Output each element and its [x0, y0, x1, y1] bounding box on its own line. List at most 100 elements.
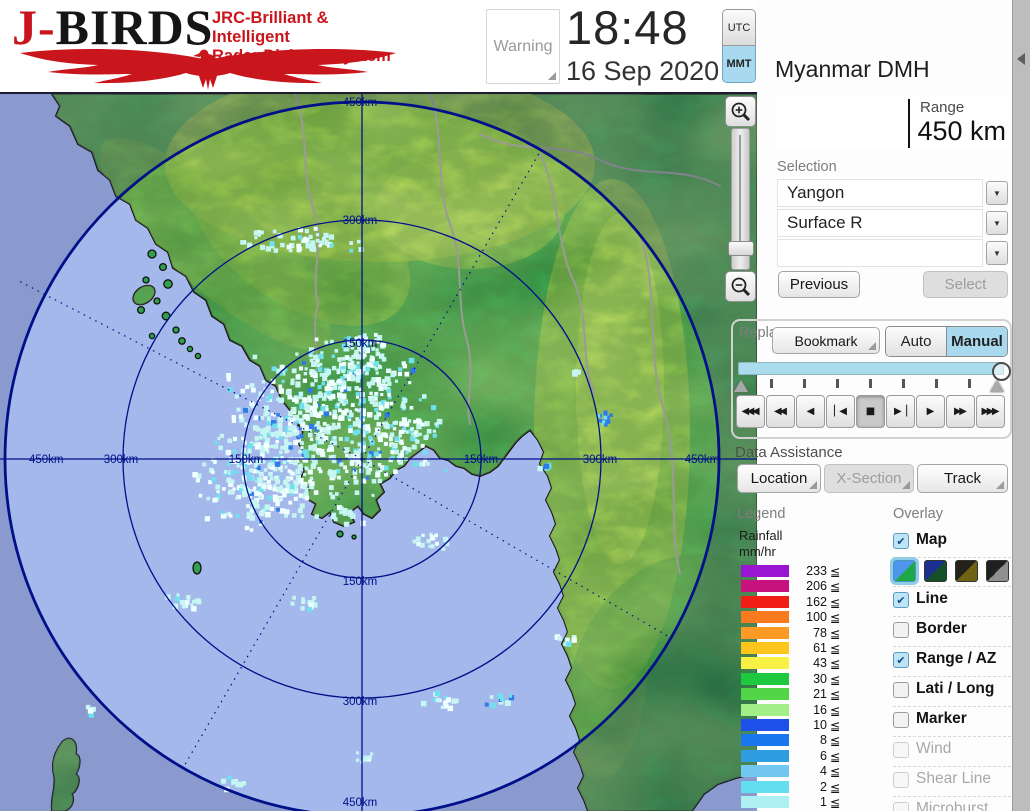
zoom-slider[interactable] [728, 128, 754, 270]
overlay-list: ✔ Map ✔ Line Border ✔ Range / AZ Lati / … [890, 528, 1011, 811]
radar-map-canvas: 450km 300km 150km 150km 300km 450km 450k… [0, 93, 758, 811]
map-style-swatch-2[interactable] [924, 560, 947, 582]
map-style-swatch-3[interactable] [955, 560, 978, 582]
legend-value: 1 [820, 795, 827, 809]
legend-operator: ≦ [830, 796, 841, 810]
clock-date: 16 Sep 2020 [566, 56, 720, 86]
legend-operator: ≦ [830, 565, 841, 579]
extra-dropdown[interactable]: ▼ [777, 239, 1008, 267]
fast-forward-button[interactable]: ▶▶ [946, 395, 975, 428]
range-display: Range 450 km [775, 97, 1008, 150]
collapse-arrow-icon[interactable] [1017, 53, 1025, 65]
replay-slider-track[interactable] [738, 362, 1011, 381]
legend-operator: ≦ [830, 749, 841, 764]
overlay-row-marker[interactable]: Marker [893, 706, 1011, 736]
product-dropdown[interactable]: Surface R ▼ [777, 209, 1008, 237]
legend-operator: ≦ [830, 688, 841, 703]
control-panel: Myanmar DMH Range 450 km Selection Yango… [731, 0, 1012, 811]
skip-last-button[interactable]: ▶▶▶ [976, 395, 1005, 428]
chevron-down-icon[interactable]: ▼ [986, 241, 1008, 265]
product-dropdown-value[interactable]: Surface R [777, 209, 983, 237]
overlay-row-map[interactable]: ✔ Map [893, 528, 1011, 557]
step-forward-button[interactable]: ▶▕ [886, 395, 915, 428]
range-ring-label: 300km [104, 454, 139, 466]
x-section-button[interactable]: X-Section [824, 464, 914, 493]
select-button[interactable]: Select [923, 271, 1008, 298]
legend-section-label: Legend [737, 506, 786, 522]
zoom-out-icon [731, 277, 750, 296]
replay-slider[interactable] [734, 359, 1011, 393]
site-dropdown[interactable]: Yangon ▼ [777, 179, 1008, 207]
logo-title-black: BIRDS [55, 0, 214, 55]
warning-button[interactable]: Warning [486, 9, 560, 84]
wind-checkbox [893, 742, 909, 758]
map-style-swatch-4[interactable] [986, 560, 1009, 582]
slider-start-marker[interactable] [734, 380, 748, 392]
chevron-down-icon[interactable]: ▼ [986, 211, 1008, 235]
range-az-checkbox[interactable]: ✔ [893, 652, 909, 668]
map-checkbox[interactable]: ✔ [893, 533, 909, 549]
overlay-row-shear-line: Shear Line [893, 766, 1011, 796]
legend-row: 16 ≦ [739, 703, 849, 718]
stop-button[interactable]: ■ [856, 395, 885, 428]
zoom-in-icon [731, 102, 750, 121]
bookmark-button[interactable]: Bookmark [772, 327, 880, 354]
legend-row: 10 ≦ [739, 718, 849, 733]
legend-row: 233 ≦ [739, 564, 849, 579]
legend-row: 61 ≦ [739, 641, 849, 656]
legend-operator: ≦ [830, 626, 841, 641]
track-button[interactable]: Track [917, 464, 1008, 493]
utc-toggle-button[interactable]: UTC [722, 9, 756, 46]
zoom-out-button[interactable] [725, 271, 756, 302]
previous-button[interactable]: Previous [778, 271, 860, 298]
play-button[interactable]: ▶ [916, 395, 945, 428]
mmt-toggle-button[interactable]: MMT [722, 46, 756, 83]
range-ring-label: 150km [343, 576, 378, 588]
legend-color-swatch [741, 749, 789, 762]
legend-color-swatch [741, 657, 789, 670]
zoom-in-button[interactable] [725, 96, 756, 127]
legend-operator: ≦ [830, 580, 841, 595]
map-style-swatch-1[interactable] [890, 557, 919, 585]
legend-value: 6 [820, 748, 827, 763]
auto-button[interactable]: Auto [886, 327, 946, 356]
corner-triangle-icon [996, 481, 1004, 489]
fast-rewind-button[interactable]: ◀◀ [766, 395, 795, 428]
range-ring-label: 300km [343, 696, 378, 708]
zoom-slider-thumb[interactable] [728, 241, 754, 256]
selection-label: Selection [777, 159, 837, 175]
zoom-control [725, 96, 756, 302]
legend-row: 21 ≦ [739, 687, 849, 703]
overlay-row-border[interactable]: Border [893, 616, 1011, 646]
panel-splitter[interactable] [1012, 0, 1030, 811]
range-ring-label: 150km [343, 338, 378, 350]
replay-mode-toggle: Auto Manual [885, 326, 1008, 357]
legend-operator: ≦ [830, 719, 841, 733]
skip-first-button[interactable]: ◀◀◀ [736, 395, 765, 428]
legend-value: 10 [813, 718, 827, 732]
radar-map[interactable]: 450km 300km 150km 150km 300km 450km 450k… [0, 92, 758, 811]
legend-row: 1 ≦ [739, 795, 849, 810]
logo-title-red: J- [12, 0, 56, 55]
play-reverse-button[interactable]: ◀ [796, 395, 825, 428]
legend-color-swatch [741, 780, 789, 793]
legend-color-swatch [741, 565, 789, 577]
step-back-button[interactable]: ▏◀ [826, 395, 855, 428]
map-style-row [890, 557, 1011, 586]
line-checkbox[interactable]: ✔ [893, 592, 909, 608]
chevron-down-icon[interactable]: ▼ [986, 181, 1008, 205]
overlay-row-line[interactable]: ✔ Line [893, 586, 1011, 616]
overlay-row-range-az[interactable]: ✔ Range / AZ [893, 646, 1011, 676]
site-dropdown-value[interactable]: Yangon [777, 179, 983, 207]
slider-end-marker[interactable] [990, 380, 1004, 392]
manual-button[interactable]: Manual [946, 327, 1007, 356]
location-button[interactable]: Location [737, 464, 821, 493]
marker-checkbox[interactable] [893, 712, 909, 728]
lati-long-checkbox[interactable] [893, 682, 909, 698]
overlay-row-lati-long[interactable]: Lati / Long [893, 676, 1011, 706]
border-checkbox[interactable] [893, 622, 909, 638]
extra-dropdown-value[interactable] [777, 239, 983, 267]
legend-operator: ≦ [830, 734, 841, 749]
legend-row: 206 ≦ [739, 579, 849, 595]
replay-slider-thumb[interactable] [992, 362, 1011, 381]
